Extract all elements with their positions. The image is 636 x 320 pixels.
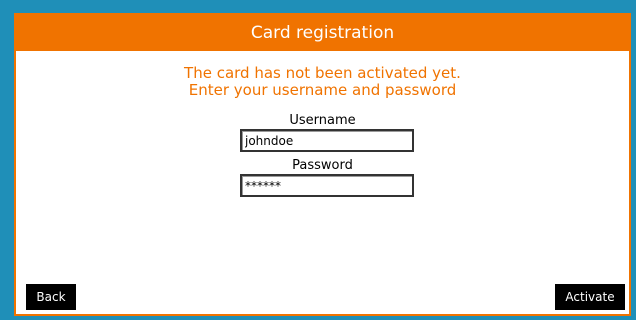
status-message-line-1: The card has not been activated yet. [184,64,461,82]
page-title: Card registration [250,23,395,43]
registration-window: Card registration The card has not been … [14,13,631,316]
status-message: The card has not been activated yet. Ent… [16,65,629,99]
activate-button[interactable]: Activate [555,284,625,310]
header-bar: Card registration [16,15,629,51]
username-input[interactable] [240,129,414,152]
password-label: Password [292,158,353,173]
password-input[interactable] [240,174,414,197]
username-label: Username [289,113,356,128]
status-message-line-2: Enter your username and password [188,81,457,99]
back-button[interactable]: Back [26,284,76,310]
